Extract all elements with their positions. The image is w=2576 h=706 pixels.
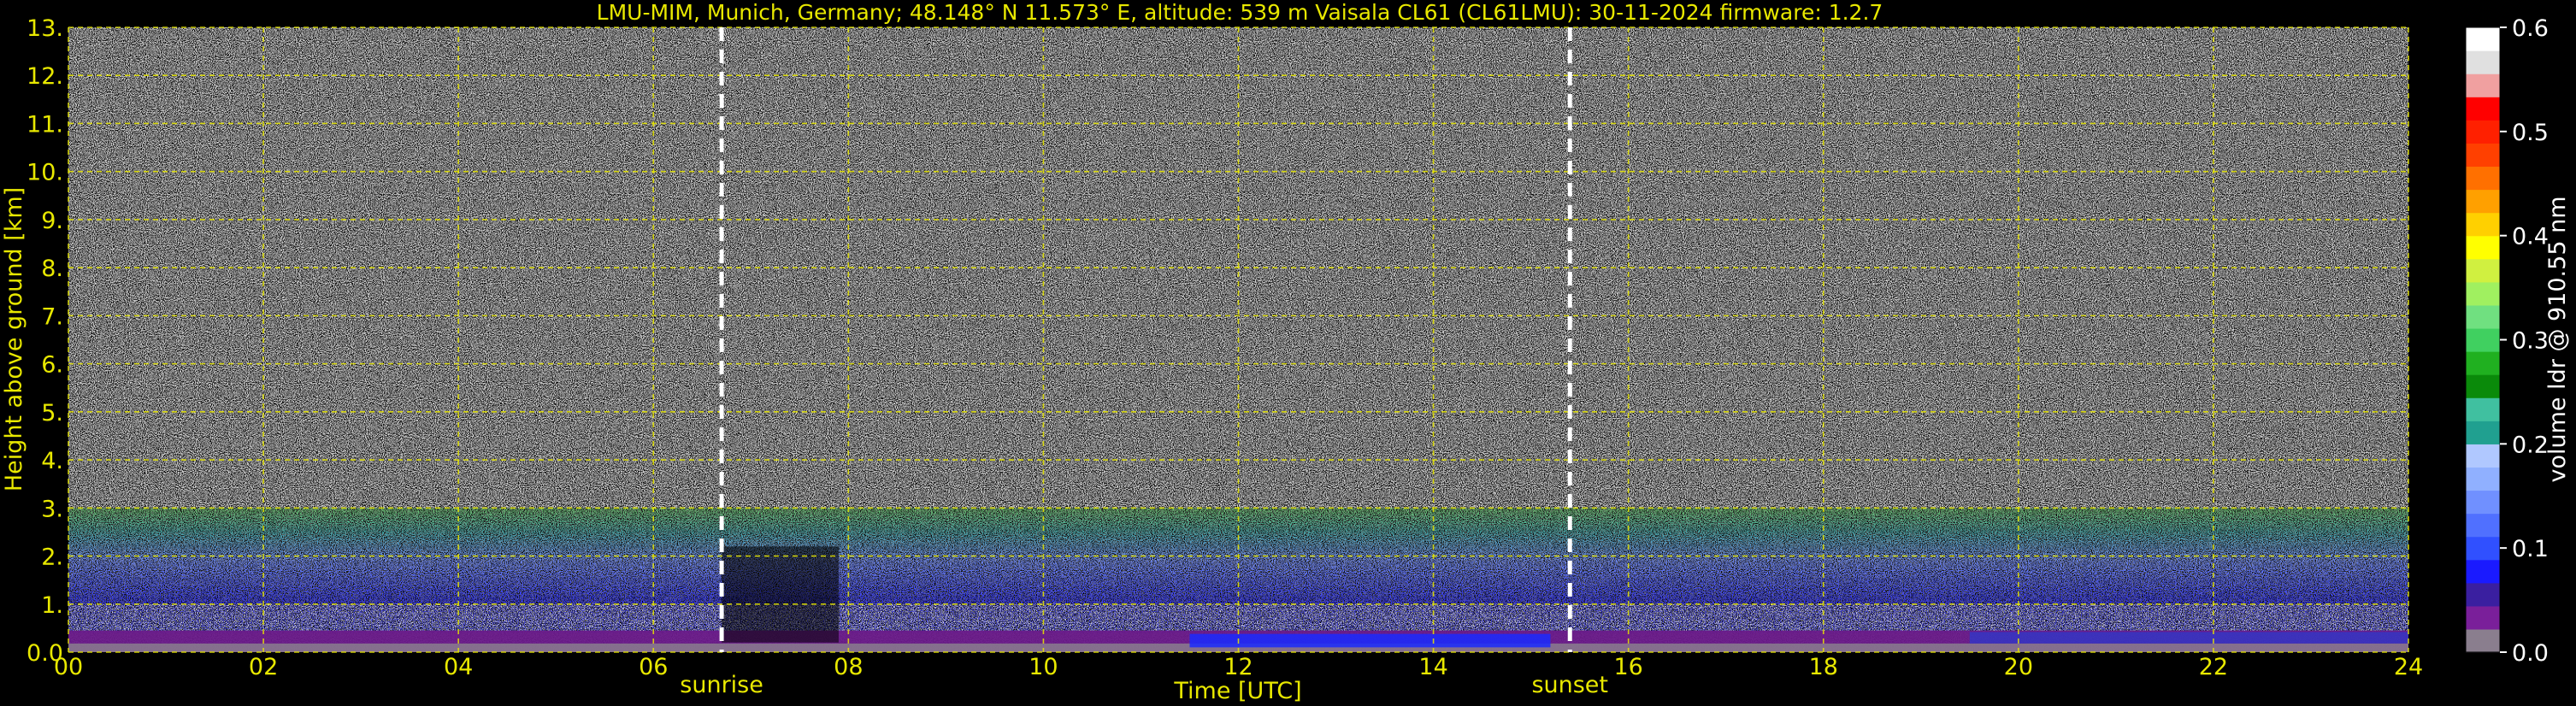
- colorbar-segment: [2466, 166, 2500, 191]
- colorbar-segment: [2466, 235, 2500, 260]
- x-tick-label: 10: [1029, 654, 1058, 680]
- x-tick-label: 04: [444, 654, 473, 680]
- y-tick-label: 7.: [41, 303, 63, 330]
- colorbar-segment: [2466, 536, 2500, 561]
- colorbar-segment: [2466, 628, 2500, 653]
- colorbar-segment: [2466, 50, 2500, 74]
- colorbar-segment: [2466, 351, 2500, 375]
- colorbar-segment: [2466, 212, 2500, 237]
- colorbar-tick-label: 0.6: [2512, 15, 2549, 42]
- y-tick-label: 3.: [41, 496, 63, 522]
- x-tick-label: 22: [2199, 654, 2228, 680]
- band-mid: [68, 603, 2408, 633]
- y-tick-label: 5.: [41, 400, 63, 427]
- band-midday-layer: [1189, 633, 1551, 648]
- band-evening-layer: [1969, 632, 2408, 644]
- colorbar-segment: [2466, 258, 2500, 283]
- colorbar-segment: [2466, 97, 2500, 121]
- x-tick-label: 12: [1223, 654, 1253, 680]
- colorbar-segment: [2466, 467, 2500, 491]
- y-axis-label: Height above ground [km]: [1, 187, 27, 491]
- colorbar-label: volume ldr @ 910.55 nm: [2544, 197, 2571, 483]
- event-label-sunset: sunset: [1531, 672, 1608, 698]
- colorbar-segment: [2466, 327, 2500, 352]
- lidar-ldr-chart: sunrise sunset 0.0 1. 2. 3. 4. 5. 6. 7. 8. 9. 10. 11…: [1, 0, 2571, 704]
- x-tick-label: 16: [1613, 654, 1642, 680]
- band-gap: [722, 546, 839, 643]
- colorbar-segment: [2466, 304, 2500, 329]
- colorbar-tick-label: 0.1: [2512, 536, 2549, 562]
- x-tick-label: 24: [2394, 654, 2423, 680]
- colorbar-segment: [2466, 444, 2500, 468]
- colorbar-segment: [2466, 582, 2500, 607]
- y-tick-label: 13.: [27, 15, 63, 42]
- colorbar-segment: [2466, 281, 2500, 306]
- colorbar: 0.0 0.1 0.2 0.3 0.4 0.5 0.6: [2465, 15, 2549, 667]
- y-tick-label: 2.: [41, 544, 63, 571]
- y-tick-label: 11.: [27, 111, 63, 138]
- colorbar-tick-label: 0.3: [2512, 328, 2549, 355]
- chart-title: LMU-MIM, Munich, Germany; 48.148° N 11.5…: [597, 0, 1883, 25]
- colorbar-tick-label: 0.0: [2512, 640, 2549, 667]
- colorbar-segment: [2466, 374, 2500, 398]
- y-axis-ticks: 0.01.2.3.4.5.6.7.8.9.10.11.12.13.: [27, 15, 63, 667]
- x-tick-label: 14: [1418, 654, 1447, 680]
- y-tick-label: 1.: [41, 592, 63, 619]
- colorbar-segment: [2466, 397, 2500, 421]
- x-tick-label: 02: [249, 654, 278, 680]
- y-tick-label: 6.: [41, 352, 63, 379]
- colorbar-segment: [2466, 559, 2500, 584]
- x-tick-label: 20: [2004, 654, 2033, 680]
- y-tick-label: 9.: [41, 208, 63, 234]
- colorbar-segment: [2466, 490, 2500, 515]
- y-tick-label: 8.: [41, 256, 63, 282]
- colorbar-segment: [2466, 143, 2500, 168]
- x-tick-label: 18: [1809, 654, 1838, 680]
- x-axis-label: Time [UTC]: [1173, 678, 1301, 704]
- x-tick-label: 06: [639, 654, 668, 680]
- x-tick-label: 08: [834, 654, 863, 680]
- colorbar-tick-label: 0.5: [2512, 120, 2549, 146]
- colorbar-segment: [2466, 27, 2500, 51]
- y-tick-label: 4.: [41, 448, 63, 474]
- colorbar-tick-label: 0.4: [2512, 224, 2549, 250]
- colorbar-tick-label: 0.2: [2512, 432, 2549, 458]
- x-axis-ticks: 00 02 04 06 08 10 12 14 16 18 20 22 24: [54, 654, 2423, 680]
- colorbar-segment: [2466, 120, 2500, 144]
- colorbar-segment: [2466, 74, 2500, 97]
- colorbar-segment: [2466, 421, 2500, 444]
- colorbar-segment: [2466, 189, 2500, 214]
- colorbar-segment: [2466, 513, 2500, 538]
- y-tick-label: 12.: [27, 63, 63, 90]
- event-label-sunrise: sunrise: [680, 672, 763, 698]
- x-tick-label: 00: [54, 654, 83, 680]
- y-tick-label: 10.: [27, 160, 63, 186]
- colorbar-segment: [2466, 605, 2500, 630]
